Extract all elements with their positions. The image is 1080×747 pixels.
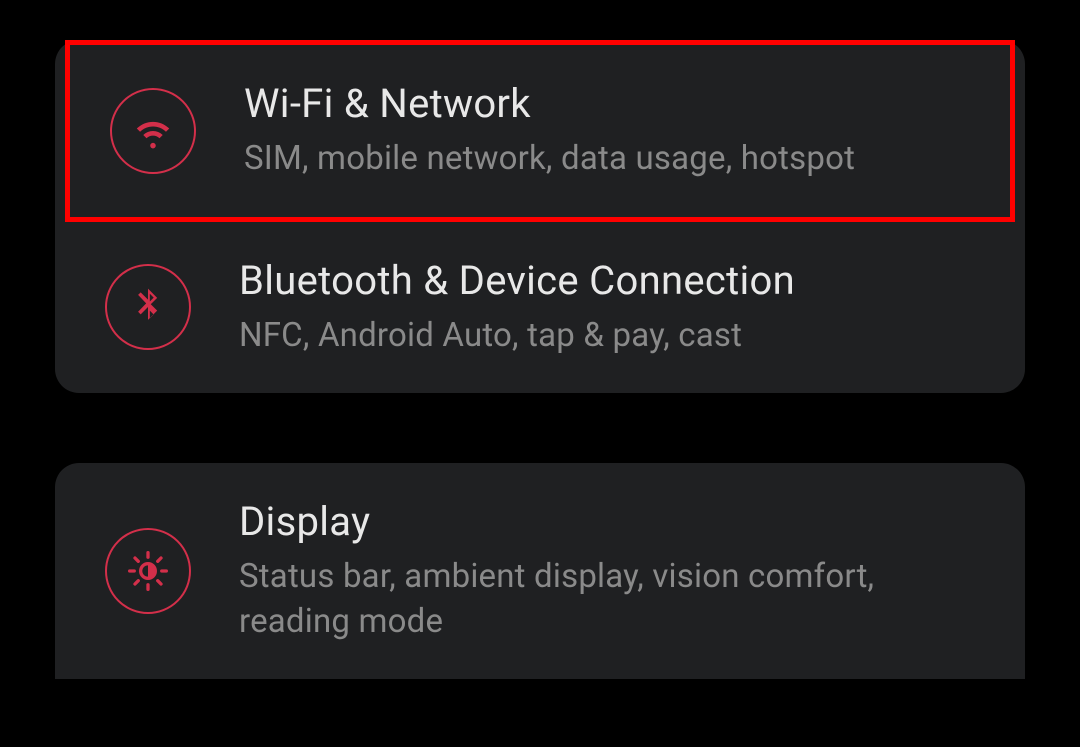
settings-group-connectivity: Wi-Fi & Network SIM, mobile network, dat… [55, 40, 1025, 393]
settings-item-title: Wi-Fi & Network [244, 80, 855, 127]
wifi-icon [110, 88, 196, 174]
settings-item-bluetooth-device[interactable]: Bluetooth & Device Connection NFC, Andro… [55, 222, 1025, 394]
settings-item-wifi-network[interactable]: Wi-Fi & Network SIM, mobile network, dat… [65, 40, 1015, 222]
brightness-icon [105, 528, 191, 614]
settings-item-title: Display [239, 498, 975, 545]
settings-item-subtitle: SIM, mobile network, data usage, hotspot [244, 137, 855, 182]
settings-item-subtitle: NFC, Android Auto, tap & pay, cast [239, 314, 795, 359]
settings-item-text: Display Status bar, ambient display, vis… [239, 498, 975, 644]
settings-item-display[interactable]: Display Status bar, ambient display, vis… [55, 463, 1025, 679]
settings-item-title: Bluetooth & Device Connection [239, 257, 795, 304]
settings-item-text: Wi-Fi & Network SIM, mobile network, dat… [244, 80, 855, 182]
settings-group-display: Display Status bar, ambient display, vis… [55, 463, 1025, 679]
settings-item-text: Bluetooth & Device Connection NFC, Andro… [239, 257, 795, 359]
bluetooth-icon [105, 264, 191, 350]
settings-item-subtitle: Status bar, ambient display, vision comf… [239, 555, 975, 644]
